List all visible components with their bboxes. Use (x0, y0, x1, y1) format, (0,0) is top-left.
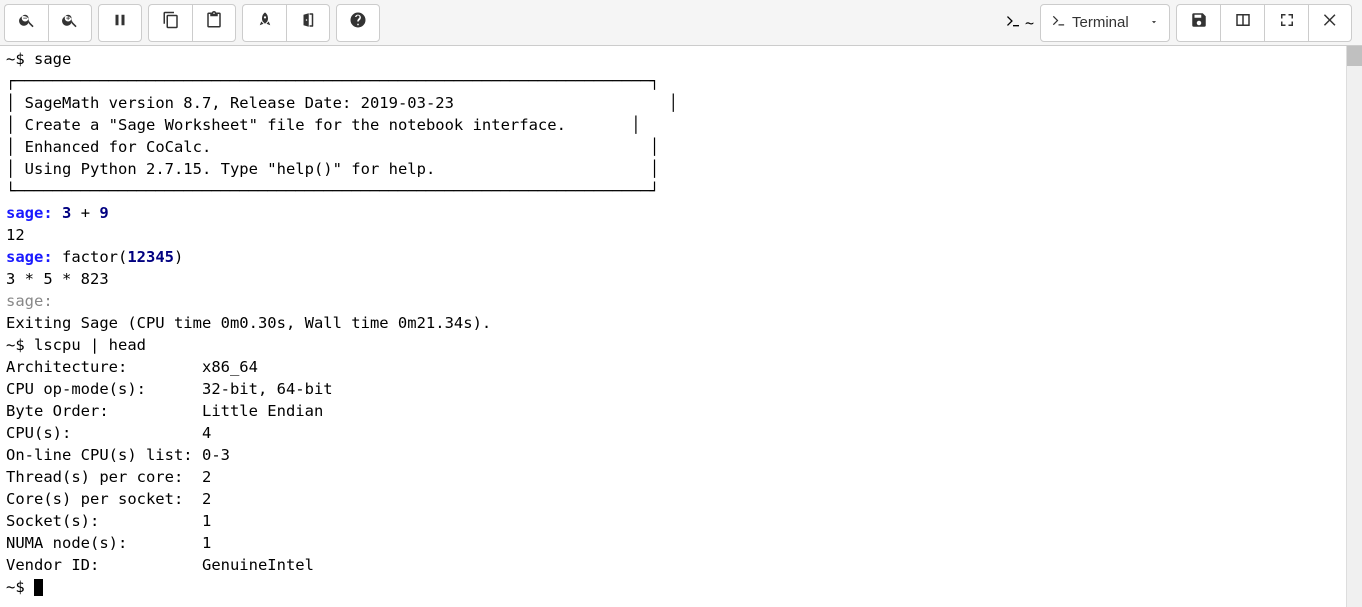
caret-down-icon (1149, 14, 1159, 31)
file-type-label: Terminal (1072, 14, 1129, 31)
terminal-icon (1005, 13, 1021, 33)
pause-icon (111, 11, 129, 34)
terminal-path-label: ~ (999, 13, 1040, 33)
file-type-group: Terminal (1040, 4, 1170, 42)
expand-icon (1278, 11, 1296, 34)
paste-icon (205, 11, 223, 34)
rocket-icon (256, 11, 274, 34)
pause-group (98, 4, 142, 42)
close-icon (1321, 11, 1339, 34)
cursor (34, 579, 43, 596)
pause-button[interactable] (98, 4, 142, 42)
toolbar: ~ Terminal (0, 0, 1362, 46)
close-button[interactable] (1308, 4, 1352, 42)
zoom-in-icon (61, 11, 79, 34)
clipboard-group (148, 4, 236, 42)
zoom-in-button[interactable] (48, 4, 92, 42)
fullscreen-button[interactable] (1264, 4, 1308, 42)
copy-button[interactable] (148, 4, 192, 42)
paste-button[interactable] (192, 4, 236, 42)
zoom-group (4, 4, 92, 42)
save-button[interactable] (1176, 4, 1220, 42)
actions-group (242, 4, 330, 42)
help-group (336, 4, 380, 42)
copy-icon (162, 11, 180, 34)
door-exit-icon (299, 11, 317, 34)
zoom-out-button[interactable] (4, 4, 48, 42)
layout-group (1176, 4, 1352, 42)
columns-icon (1234, 11, 1252, 34)
zoom-out-icon (18, 11, 36, 34)
help-button[interactable] (336, 4, 380, 42)
rocket-button[interactable] (242, 4, 286, 42)
save-icon (1190, 11, 1208, 34)
path-text: ~ (1025, 14, 1034, 32)
help-icon (349, 11, 367, 34)
scrollbar[interactable] (1346, 46, 1362, 607)
file-type-dropdown[interactable]: Terminal (1040, 4, 1170, 42)
terminal-icon (1051, 13, 1066, 32)
exit-button[interactable] (286, 4, 330, 42)
scroll-thumb[interactable] (1347, 46, 1362, 66)
split-button[interactable] (1220, 4, 1264, 42)
terminal-output[interactable]: ~$ sage ┌───────────────────────────────… (0, 46, 1346, 607)
